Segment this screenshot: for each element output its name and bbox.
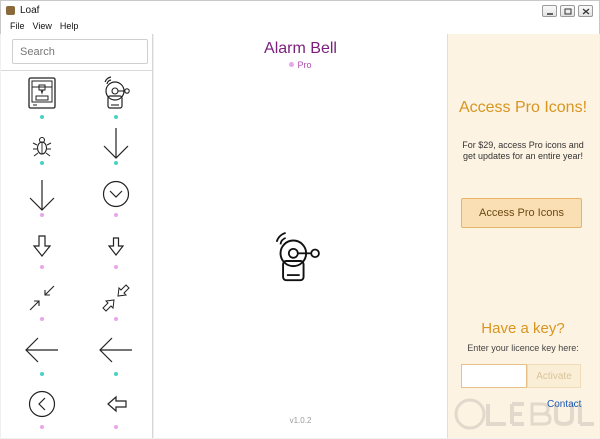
key-title: Have a key? — [481, 320, 565, 337]
pro-dot — [40, 317, 44, 321]
arrow-left-long-icon — [99, 337, 132, 363]
free-dot — [114, 372, 118, 376]
grid-item-3d-printer[interactable] — [17, 74, 67, 124]
grid-item-arrow-down-circle[interactable] — [91, 178, 141, 228]
arrow-down-circle-icon — [102, 180, 130, 208]
pro-dot — [114, 213, 118, 217]
pro-dot — [114, 425, 118, 429]
menu-bar: File View Help — [0, 20, 600, 34]
free-dot — [40, 372, 44, 376]
arrow-left-icon — [25, 337, 58, 363]
arrow-left-circle-icon — [28, 390, 56, 418]
grid-item-arrow-down-outline[interactable] — [17, 230, 67, 280]
pro-dot — [114, 317, 118, 321]
grid-item-arrow-left-long[interactable] — [91, 334, 141, 384]
pro-label: Pro — [297, 60, 312, 70]
arrow-down-outline-icon — [32, 235, 52, 257]
grid-item-arrow-down[interactable] — [91, 126, 141, 176]
grid-item-arrow-down-outline-small[interactable] — [91, 230, 141, 280]
grid-item-arrow-left-circle[interactable] — [17, 388, 67, 438]
preview-pane: Alarm Bell Pro v1.0.2 — [154, 34, 447, 438]
pro-dot — [289, 62, 295, 67]
arrow-left-outline-icon — [107, 395, 127, 413]
maximize-icon — [564, 8, 572, 15]
access-pro-button[interactable]: Access Pro Icons — [461, 198, 582, 228]
version-label: v1.0.2 — [289, 416, 312, 425]
icon-sidebar — [1, 34, 153, 438]
bug-icon — [32, 136, 52, 157]
grid-item-bug[interactable] — [17, 126, 67, 176]
pro-dot — [40, 213, 44, 217]
activate-button[interactable]: Activate — [527, 364, 581, 388]
alarm-bell-icon — [104, 76, 130, 109]
grid-item-arrow-down-long[interactable] — [17, 178, 67, 228]
arrow-down-outline-small-icon — [107, 237, 125, 256]
promo-description: For $29, access Pro icons and get update… — [462, 140, 584, 161]
search-input[interactable] — [13, 40, 147, 63]
window-title: Loaf — [20, 5, 40, 16]
free-dot — [40, 115, 44, 119]
search-box — [12, 39, 148, 64]
free-dot — [114, 161, 118, 165]
grid-item-alarm-bell[interactable] — [91, 74, 141, 124]
key-prompt: Enter your licence key here: — [467, 343, 579, 353]
close-button[interactable] — [578, 5, 593, 17]
close-icon — [582, 8, 590, 15]
alarm-bell-icon[interactable] — [269, 229, 333, 293]
free-dot — [40, 161, 44, 165]
promo-title: Access Pro Icons! — [458, 99, 588, 116]
grid-item-arrow-left-outline[interactable] — [91, 388, 141, 438]
pro-dot — [40, 425, 44, 429]
maximize-button[interactable] — [560, 5, 575, 17]
grid-item-arrows-shrink[interactable] — [17, 282, 67, 332]
pro-dot — [40, 265, 44, 269]
window-controls — [542, 5, 593, 17]
pro-dot — [114, 265, 118, 269]
minimize-button[interactable] — [542, 5, 557, 17]
grid-item-arrow-left[interactable] — [17, 334, 67, 384]
arrow-down-icon — [103, 128, 129, 159]
minimize-icon — [547, 13, 553, 15]
pro-panel: Access Pro Icons! For $29, access Pro ic… — [447, 34, 599, 438]
arrow-down-long-icon — [29, 180, 55, 211]
3d-printer-icon — [28, 77, 56, 109]
pro-badge: Pro — [154, 60, 447, 70]
title-bar: Loaf — [0, 0, 600, 20]
watermark-logo-icon — [454, 398, 594, 430]
arrows-shrink-icon — [29, 285, 55, 311]
menu-file[interactable]: File — [10, 20, 25, 34]
free-dot — [114, 115, 118, 119]
app-icon — [6, 6, 15, 15]
licence-key-input[interactable] — [461, 364, 527, 388]
preview-title: Alarm Bell — [264, 40, 337, 57]
grid-item-arrows-shrink-outline[interactable] — [91, 282, 141, 332]
menu-help[interactable]: Help — [60, 20, 79, 34]
sidebar-divider — [1, 70, 152, 71]
menu-view[interactable]: View — [33, 20, 52, 34]
arrows-shrink-outline-icon — [102, 284, 130, 312]
